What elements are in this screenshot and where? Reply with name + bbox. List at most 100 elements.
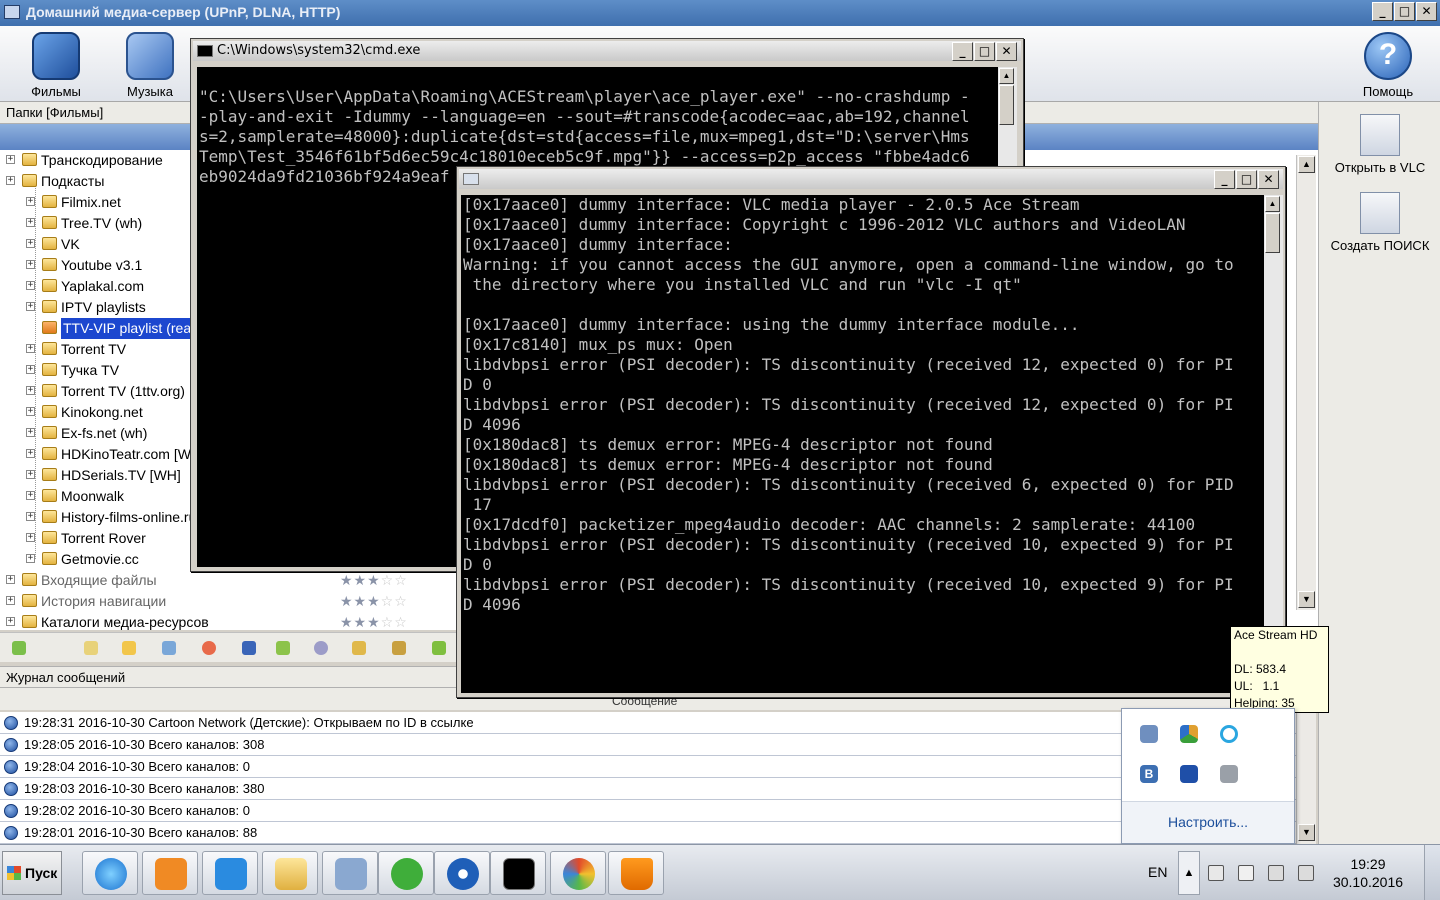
expand-toggle-icon[interactable]: + (26, 554, 35, 563)
vk-icon[interactable]: B (1140, 765, 1158, 783)
expand-toggle-icon[interactable]: + (26, 281, 35, 290)
taskbar-paint[interactable] (550, 851, 606, 895)
vlc-scrollbar[interactable]: ▲ (1264, 195, 1283, 693)
expand-toggle-icon[interactable]: + (26, 344, 35, 353)
taskbar-vlc[interactable] (608, 851, 664, 895)
vlc-minimize-button[interactable]: _ (1214, 170, 1235, 189)
taskbar-network[interactable] (434, 851, 490, 895)
create-search-button[interactable]: Создать ПОИСК (1319, 192, 1440, 253)
cmd-minimize-button[interactable]: _ (952, 42, 973, 61)
films-button[interactable]: Фильмы (16, 32, 96, 99)
expand-toggle-icon[interactable]: + (6, 596, 15, 605)
export-icon[interactable] (276, 641, 290, 655)
action-center-icon[interactable] (1208, 865, 1224, 881)
refresh-icon[interactable] (12, 641, 26, 655)
expand-toggle-icon[interactable]: + (26, 470, 35, 479)
folder-icon (42, 195, 57, 208)
vlc-title-bar[interactable] (459, 169, 1283, 189)
open-in-vlc-button[interactable]: Открыть в VLC (1319, 114, 1440, 175)
taskbar-clover[interactable] (378, 851, 434, 895)
expand-toggle-icon[interactable]: + (26, 449, 35, 458)
taskbar-explorer[interactable] (262, 851, 318, 895)
expand-toggle-icon[interactable]: + (26, 218, 35, 227)
expand-toggle-icon[interactable]: + (26, 260, 35, 269)
show-hidden-icons-button[interactable]: ▲ (1178, 851, 1200, 895)
expand-toggle-icon[interactable]: + (26, 428, 35, 437)
tree-scrollbar[interactable]: ▲ ▼ (1296, 155, 1316, 610)
expand-toggle-icon[interactable]: + (26, 302, 35, 311)
media-player-tray-icon[interactable] (1220, 725, 1238, 743)
tree-item-label: Torrent TV (1ttv.org) (61, 383, 185, 399)
expand-toggle-icon[interactable]: + (26, 491, 35, 500)
taskbar-cmd[interactable] (490, 851, 546, 895)
log-row[interactable]: 19:28:01 2016-10-30 Всего каналов: 88 (0, 822, 1296, 844)
expand-toggle-icon[interactable]: + (26, 386, 35, 395)
scroll-up-icon[interactable]: ▲ (1298, 156, 1315, 173)
scroll-thumb[interactable] (999, 85, 1014, 125)
expand-toggle-icon[interactable]: + (6, 155, 15, 164)
cmd-title-bar[interactable]: C:\Windows\system32\cmd.exe (193, 41, 1021, 61)
configure-tray-link[interactable]: Настроить... (1122, 801, 1294, 843)
start-button[interactable]: Пуск (2, 851, 62, 895)
weather-icon[interactable] (122, 641, 136, 655)
save-icon[interactable] (242, 641, 256, 655)
show-desktop-button[interactable] (1424, 845, 1440, 900)
scroll-down-icon[interactable]: ▼ (1298, 591, 1315, 608)
network-signal-icon[interactable] (1268, 865, 1284, 881)
log-row[interactable]: 19:28:04 2016-10-30 Всего каналов: 0 (0, 756, 1296, 778)
vlc-output[interactable]: [0x17aace0] dummy interface: VLC media p… (461, 195, 1264, 693)
log-scrollbar[interactable]: ▼ (1296, 712, 1316, 844)
usb-device-icon[interactable] (1220, 765, 1238, 783)
taskbar-media-player[interactable] (142, 851, 198, 895)
app-title-bar[interactable]: Домашний медиа-сервер (UPnP, DLNA, HTTP)… (0, 0, 1440, 26)
expand-toggle-icon[interactable]: + (6, 176, 15, 185)
folder-icon (42, 447, 57, 460)
expand-toggle-icon[interactable]: + (26, 365, 35, 374)
log-row[interactable]: 19:28:03 2016-10-30 Всего каналов: 380 (0, 778, 1296, 800)
cmd-maximize-button[interactable]: □ (974, 42, 995, 61)
taskbar-media-server[interactable] (322, 851, 378, 895)
log-row[interactable]: 19:28:05 2016-10-30 Всего каналов: 308 (0, 734, 1296, 756)
vlc-close-button[interactable]: ✕ (1258, 170, 1279, 189)
camera-icon[interactable] (1180, 765, 1198, 783)
link-icon[interactable] (352, 641, 366, 655)
tree-icon[interactable] (432, 641, 446, 655)
vlc-console-window[interactable]: _ □ ✕ [0x17aace0] dummy interface: VLC m… (456, 166, 1286, 698)
cmd-title: C:\Windows\system32\cmd.exe (217, 43, 421, 58)
expand-toggle-icon[interactable]: + (6, 575, 15, 584)
grid-icon[interactable] (162, 641, 176, 655)
folder-icon (42, 426, 57, 439)
taskbar-cloud[interactable] (202, 851, 258, 895)
expand-toggle-icon[interactable]: + (6, 617, 15, 626)
expand-toggle-icon[interactable]: + (26, 239, 35, 248)
taskbar-ie[interactable] (82, 851, 138, 895)
maximize-button[interactable]: □ (1394, 2, 1415, 21)
expand-toggle-icon[interactable]: + (26, 512, 35, 521)
help-button[interactable]: ? Помощь (1348, 32, 1428, 99)
close-button[interactable]: ✕ (1416, 2, 1437, 21)
folder-add-icon[interactable] (84, 641, 98, 655)
cmd-close-button[interactable]: ✕ (996, 42, 1017, 61)
scroll-up-icon[interactable]: ▲ (1265, 196, 1280, 212)
network-computers-icon[interactable] (1140, 725, 1158, 743)
safely-remove-icon[interactable] (1238, 865, 1254, 881)
minimize-button[interactable]: _ (1372, 2, 1393, 21)
scroll-up-icon[interactable]: ▲ (999, 68, 1014, 84)
expand-toggle-icon[interactable]: + (26, 197, 35, 206)
volume-icon[interactable] (1298, 865, 1314, 881)
expand-toggle-icon[interactable]: + (26, 533, 35, 542)
language-indicator[interactable]: EN (1148, 864, 1167, 880)
lifebuoy-icon[interactable] (202, 641, 216, 655)
music-button[interactable]: Музыка (110, 32, 190, 99)
tools-icon[interactable] (392, 641, 406, 655)
scroll-thumb[interactable] (1265, 213, 1280, 253)
ace-stream-tray-icon[interactable] (1180, 725, 1198, 743)
expand-toggle-icon[interactable]: + (26, 407, 35, 416)
log-row[interactable]: 19:28:31 2016-10-30 Cartoon Network (Дет… (0, 712, 1296, 734)
folder-icon (42, 531, 57, 544)
vlc-maximize-button[interactable]: □ (1236, 170, 1257, 189)
taskbar-clock[interactable]: 19:29 30.10.2016 (1318, 855, 1418, 891)
log-row[interactable]: 19:28:02 2016-10-30 Всего каналов: 0 (0, 800, 1296, 822)
gear-icon[interactable] (314, 641, 328, 655)
scroll-down-icon[interactable]: ▼ (1298, 824, 1315, 841)
